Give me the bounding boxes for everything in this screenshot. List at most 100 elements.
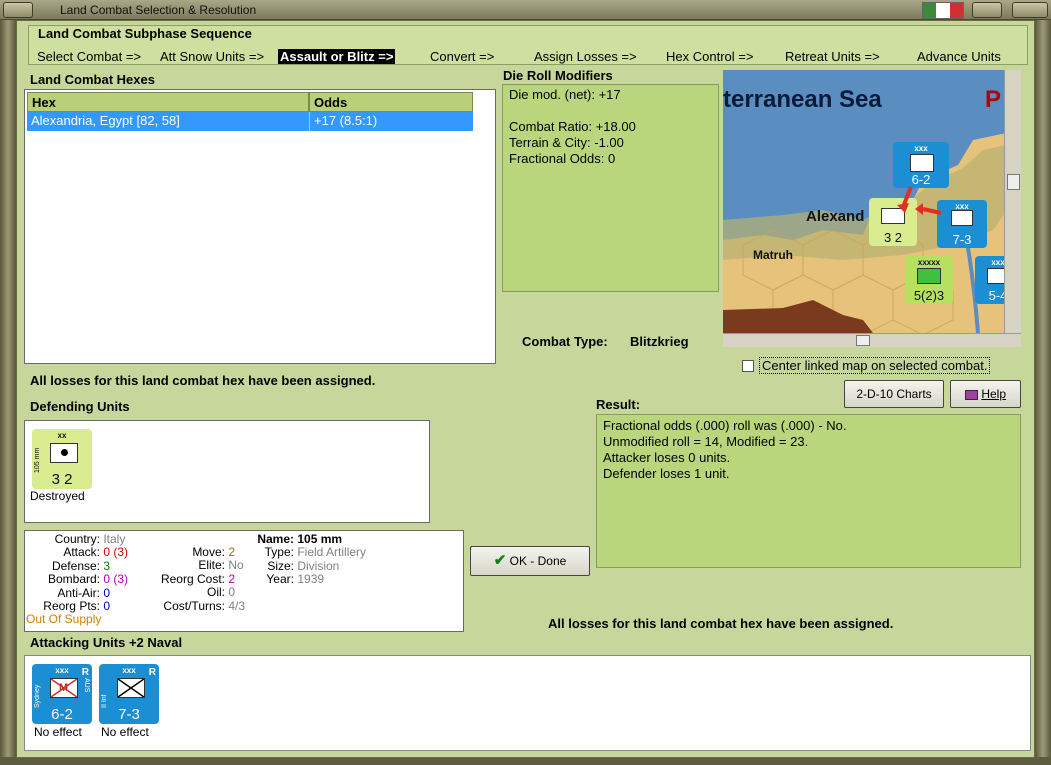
close-button[interactable] — [1012, 2, 1048, 18]
type-value: Field Artillery — [297, 545, 367, 560]
bottom-frame-border — [0, 757, 1051, 765]
defense-label: Defense: — [51, 558, 100, 573]
center-linked-checkbox[interactable] — [742, 360, 754, 372]
infantry-symbol-icon: M — [50, 678, 78, 698]
unit-size: xx — [57, 431, 67, 440]
attack-value: 0 — [103, 545, 111, 560]
attacking-title: Attacking Units +2 Naval — [30, 635, 183, 650]
reorg-pts-value: 0 — [103, 599, 111, 614]
map-sea-label: terranean Sea — [723, 86, 882, 113]
attack-arrow-icon — [897, 186, 942, 215]
hex-row-odds[interactable]: +17 (8.5:1) — [309, 112, 473, 131]
armor-symbol-icon — [917, 268, 941, 284]
attack-label: Attack: — [63, 545, 100, 560]
step-convert: Convert => — [430, 49, 495, 64]
map-unit-sydney[interactable]: xxx 6-2 — [893, 142, 949, 188]
unit-nation: AUS — [83, 678, 90, 693]
attacking-unit-sydney[interactable]: xxx R Sydney AUS M 6-2 — [32, 664, 92, 724]
reorg-pts-label: Reorg Pts: — [43, 599, 100, 614]
unit-strength: 5(2)3 — [913, 288, 945, 303]
bombard-label: Bombard: — [47, 572, 100, 587]
infantry-symbol-icon — [951, 210, 973, 226]
map-city-alexandria: Alexand — [806, 208, 865, 225]
map-vscroll-thumb[interactable] — [1007, 174, 1020, 190]
map-unit-cyrenaica[interactable]: xxxxx 5(2)3 — [905, 256, 953, 304]
year-label: Year: — [266, 572, 294, 587]
attacking-unit-status: No effect — [101, 725, 149, 739]
country-label: Country: — [54, 532, 100, 546]
ok-done-button[interactable]: ✔ OK - Done — [470, 546, 590, 576]
step-retreat-units: Retreat Units => — [785, 49, 880, 64]
hexes-title: Land Combat Hexes — [30, 72, 155, 87]
die-roll-line: Die mod. (net): +17 — [509, 87, 621, 102]
unit-info-middle: Move: 2 Elite: No Reorg Cost: 2 Oil: 0 C… — [145, 545, 245, 613]
reorg-cost-label: Reorg Cost: — [160, 571, 225, 586]
attacking-unit-ii-inf[interactable]: xxx R II Inf 7-3 — [99, 664, 159, 724]
map-vertical-scrollbar[interactable] — [1004, 70, 1021, 333]
name-value: 105 mm — [297, 532, 343, 546]
step-assault-or-blitz: Assault or Blitz => — [278, 49, 396, 64]
country-value: Italy — [103, 532, 126, 546]
help-button[interactable]: Help — [950, 380, 1021, 408]
unit-size: xxx — [914, 144, 928, 153]
die-roll-line: Combat Ratio: +18.00 — [509, 119, 636, 134]
map-city-matruh: Matruh — [753, 248, 793, 262]
infantry-symbol-icon — [117, 678, 145, 698]
oil-label: Oil: — [207, 585, 225, 600]
title-bar[interactable]: Land Combat Selection & Resolution — [0, 0, 1051, 20]
combat-type-label: Combat Type: — [522, 334, 608, 349]
subphase-title: Land Combat Subphase Sequence — [38, 26, 252, 41]
map-corner-letter: P — [985, 86, 1002, 113]
unit-designation: Sydney — [34, 684, 41, 708]
unit-mark: R — [148, 667, 156, 678]
nation-flag-icon — [922, 2, 964, 19]
result-line: Attacker loses 0 units. — [603, 450, 731, 465]
die-roll-line: Fractional Odds: 0 — [509, 151, 616, 166]
window-title: Land Combat Selection & Resolution — [60, 3, 257, 17]
size-value: Division — [297, 558, 340, 573]
unit-strength: 3 2 — [51, 471, 73, 488]
unit-designation: 105 mm — [34, 447, 41, 473]
defending-unit-status: Destroyed — [30, 489, 85, 503]
attacking-unit-status: No effect — [34, 725, 82, 739]
size-label: Size: — [267, 558, 294, 573]
die-roll-title: Die Roll Modifiers — [503, 68, 613, 83]
map-hscroll-thumb[interactable] — [856, 335, 870, 346]
artillery-symbol-icon — [50, 443, 78, 463]
left-frame-border — [0, 20, 16, 765]
center-linked-label[interactable]: Center linked map on selected combat. — [759, 357, 991, 374]
check-icon: ✔ — [493, 552, 507, 569]
result-line: Unmodified roll = 14, Modified = 23. — [603, 434, 809, 449]
defending-title: Defending Units — [30, 399, 130, 414]
oil-value: 0 — [228, 585, 236, 600]
map-unit-ii-inf[interactable]: xxx 7-3 — [937, 200, 987, 248]
minimize-button[interactable] — [3, 2, 33, 18]
unit-info-left: Country: Italy Attack: 0 (3) Defense: 3 … — [26, 532, 129, 627]
name-label: Name: — [257, 532, 294, 546]
unit-strength: 7-3 — [952, 232, 972, 247]
unit-info-right: Name: 105 mm Type: Field Artillery Size:… — [240, 532, 367, 587]
unit-strength: 6-2 — [51, 706, 73, 723]
type-label: Type: — [264, 545, 294, 560]
column-header-odds[interactable]: Odds — [309, 92, 473, 112]
hex-row-name[interactable]: Alexandria, Egypt [82, 58] — [27, 112, 309, 131]
status-message: All losses for this land combat hex have… — [30, 373, 376, 388]
move-label: Move: — [192, 545, 225, 559]
restore-button[interactable] — [972, 2, 1002, 18]
unit-mark: R — [81, 667, 89, 678]
bombard-value: 0 — [103, 572, 111, 587]
defending-unit-105mm[interactable]: xx 105 mm 3 2 — [32, 429, 92, 489]
step-advance-units: Advance Units — [917, 49, 1001, 64]
elite-label: Elite: — [198, 558, 225, 573]
map-horizontal-scrollbar[interactable] — [723, 333, 1021, 347]
help-book-icon — [964, 389, 978, 400]
step-assign-losses: Assign Losses => — [534, 49, 637, 64]
antiair-value: 0 — [103, 585, 111, 600]
supply-status: Out Of Supply — [26, 612, 102, 627]
linked-map[interactable]: terranean Sea P Alexand Matruh xxx 6-2 3… — [723, 70, 1021, 333]
unit-designation: II Inf — [101, 694, 108, 708]
charts-button[interactable]: 2-D-10 Charts — [844, 380, 944, 408]
column-header-hex[interactable]: Hex — [27, 92, 309, 112]
bombard-paren-value: (3) — [113, 572, 129, 587]
die-roll-line: Terrain & City: -1.00 — [509, 135, 624, 150]
